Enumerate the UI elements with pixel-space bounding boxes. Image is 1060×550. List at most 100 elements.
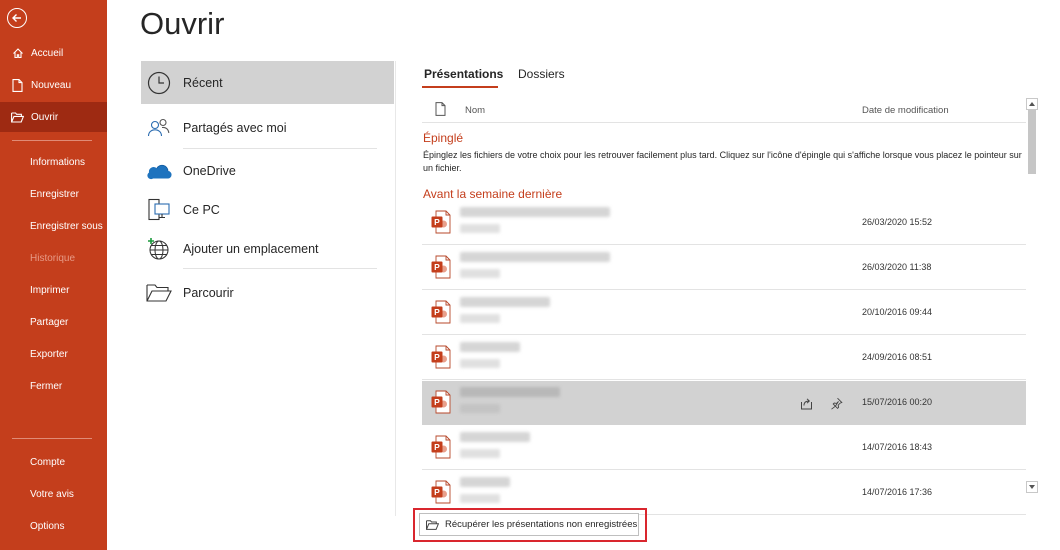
nav-item-enregistrer-sous[interactable]: Enregistrer sous bbox=[0, 211, 107, 241]
file-name-blurred bbox=[460, 432, 530, 442]
nav-item-imprimer[interactable]: Imprimer bbox=[0, 275, 107, 305]
file-row[interactable]: P 26/03/2020 15:52 bbox=[422, 201, 1026, 245]
nav-label: Ouvrir bbox=[31, 111, 59, 123]
nav-item-partager[interactable]: Partager bbox=[0, 307, 107, 337]
nav-label: Fermer bbox=[30, 380, 63, 392]
recover-unsaved-button[interactable]: Récupérer les présentations non enregist… bbox=[419, 513, 639, 536]
nav-item-accueil[interactable]: Accueil bbox=[0, 38, 107, 68]
backstage-sidebar: Accueil Nouveau Ouvrir Informations Enre… bbox=[0, 0, 107, 550]
nav-item-historique: Historique bbox=[0, 243, 107, 273]
new-document-icon bbox=[11, 78, 24, 92]
pin-icon[interactable] bbox=[828, 395, 844, 411]
location-parcourir[interactable]: Parcourir bbox=[141, 278, 394, 308]
nav-item-fermer[interactable]: Fermer bbox=[0, 371, 107, 401]
svg-text:P: P bbox=[434, 217, 440, 227]
nav-item-ouvrir[interactable]: Ouvrir bbox=[0, 102, 107, 132]
column-divider bbox=[395, 61, 396, 516]
page-title: Ouvrir bbox=[140, 6, 225, 41]
location-divider bbox=[183, 148, 377, 149]
svg-text:P: P bbox=[434, 442, 440, 452]
nav-item-enregistrer[interactable]: Enregistrer bbox=[0, 179, 107, 209]
nav-divider bbox=[12, 140, 92, 141]
file-row[interactable]: P 20/10/2016 09:44 bbox=[422, 291, 1026, 335]
location-recent[interactable]: Récent bbox=[141, 61, 394, 104]
onedrive-cloud-icon bbox=[145, 157, 173, 185]
folder-open-icon bbox=[425, 519, 439, 531]
pinned-section-title: Épinglé bbox=[423, 131, 464, 145]
nav-label: Compte bbox=[30, 456, 66, 468]
folder-open-icon bbox=[11, 111, 24, 124]
file-row[interactable]: P 15/07/2016 00:20 bbox=[422, 381, 1026, 425]
column-header-name[interactable]: Nom bbox=[465, 105, 485, 116]
nav-label: Nouveau bbox=[31, 79, 72, 91]
share-icon[interactable] bbox=[798, 395, 814, 411]
older-section-title: Avant la semaine dernière bbox=[423, 187, 563, 201]
powerpoint-file-icon: P bbox=[431, 300, 451, 324]
file-row[interactable]: P 24/09/2016 08:51 bbox=[422, 336, 1026, 380]
nav-item-votre-avis[interactable]: Votre avis bbox=[0, 479, 107, 509]
file-path-blurred bbox=[460, 224, 500, 233]
location-partages[interactable]: Partagés avec moi bbox=[141, 112, 394, 144]
file-modified-date: 20/10/2016 09:44 bbox=[862, 307, 933, 317]
location-onedrive[interactable]: OneDrive bbox=[141, 156, 394, 186]
file-path-blurred bbox=[460, 269, 500, 278]
scroll-down-arrow-icon[interactable] bbox=[1026, 481, 1038, 493]
file-modified-date: 26/03/2020 11:38 bbox=[862, 262, 932, 272]
file-path-blurred bbox=[460, 494, 500, 503]
nav-item-nouveau[interactable]: Nouveau bbox=[0, 70, 107, 100]
scroll-up-arrow-icon[interactable] bbox=[1026, 98, 1038, 110]
svg-text:P: P bbox=[434, 262, 440, 272]
file-name-blurred bbox=[460, 387, 560, 397]
location-ajouter[interactable]: Ajouter un emplacement bbox=[141, 234, 394, 264]
back-arrow-icon[interactable] bbox=[7, 8, 27, 28]
location-label: Récent bbox=[183, 75, 223, 90]
file-name-blurred bbox=[460, 342, 520, 352]
file-name-blurred bbox=[460, 477, 510, 487]
tab-dossiers[interactable]: Dossiers bbox=[518, 67, 565, 81]
home-icon bbox=[11, 47, 24, 60]
nav-label: Exporter bbox=[30, 348, 68, 360]
clock-icon bbox=[145, 69, 173, 97]
active-tab-indicator bbox=[422, 86, 498, 88]
nav-item-informations[interactable]: Informations bbox=[0, 147, 107, 177]
file-path-blurred bbox=[460, 449, 500, 458]
file-path-blurred bbox=[460, 314, 500, 323]
nav-label: Imprimer bbox=[30, 284, 70, 296]
file-row[interactable]: P 14/07/2016 18:43 bbox=[422, 426, 1026, 470]
location-label: Parcourir bbox=[183, 286, 234, 300]
document-type-icon bbox=[435, 102, 446, 121]
location-label: OneDrive bbox=[183, 164, 236, 178]
file-name-blurred bbox=[460, 207, 610, 217]
powerpoint-file-icon: P bbox=[431, 390, 451, 414]
powerpoint-file-icon: P bbox=[431, 480, 451, 504]
nav-label: Accueil bbox=[31, 47, 64, 59]
powerpoint-file-icon: P bbox=[431, 435, 451, 459]
globe-add-icon bbox=[145, 235, 173, 263]
scrollbar-thumb[interactable] bbox=[1028, 110, 1036, 174]
file-path-blurred bbox=[460, 404, 500, 413]
column-header-date[interactable]: Date de modification bbox=[862, 105, 949, 116]
header-divider bbox=[422, 122, 1026, 123]
file-name-blurred bbox=[460, 297, 550, 307]
location-label: Ajouter un emplacement bbox=[183, 242, 319, 256]
nav-label: Informations bbox=[30, 156, 86, 168]
recover-button-label: Récupérer les présentations non enregist… bbox=[445, 519, 638, 530]
file-modified-date: 15/07/2016 00:20 bbox=[862, 397, 933, 407]
file-row[interactable]: P 26/03/2020 11:38 bbox=[422, 246, 1026, 290]
nav-item-options[interactable]: Options bbox=[0, 511, 107, 541]
file-modified-date: 26/03/2020 15:52 bbox=[862, 217, 933, 227]
svg-text:P: P bbox=[434, 352, 440, 362]
tab-presentations[interactable]: Présentations bbox=[424, 67, 503, 81]
computer-icon bbox=[145, 196, 173, 224]
nav-item-exporter[interactable]: Exporter bbox=[0, 339, 107, 369]
nav-divider bbox=[12, 438, 92, 439]
nav-label: Options bbox=[30, 520, 65, 532]
people-icon bbox=[145, 114, 173, 142]
nav-label: Partager bbox=[30, 316, 69, 328]
nav-item-compte[interactable]: Compte bbox=[0, 447, 107, 477]
powerpoint-file-icon: P bbox=[431, 255, 451, 279]
location-ce-pc[interactable]: Ce PC bbox=[141, 195, 394, 225]
file-modified-date: 24/09/2016 08:51 bbox=[862, 352, 933, 362]
nav-label: Votre avis bbox=[30, 488, 74, 500]
svg-text:P: P bbox=[434, 397, 440, 407]
